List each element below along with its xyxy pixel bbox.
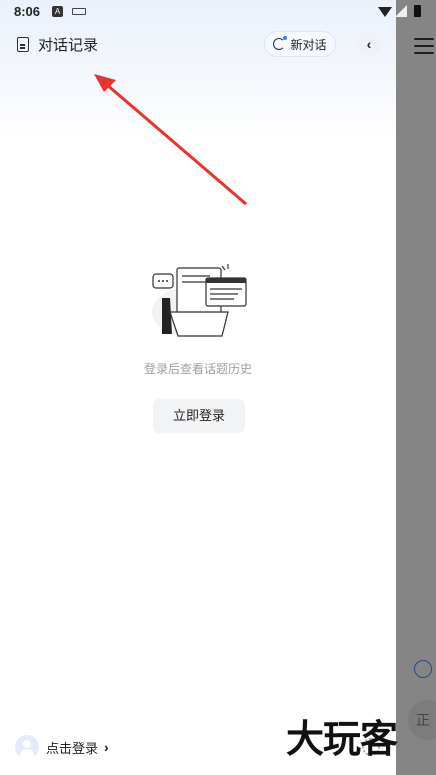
login-now-button[interactable]: 立即登录 [153,399,245,433]
chevron-left-icon: ‹ [366,36,372,52]
signal-icon [395,5,407,17]
background-app: 正 [396,0,436,775]
menu-icon[interactable] [414,38,434,59]
avatar-icon [15,735,39,759]
chevron-right-icon: › [104,739,109,755]
drawer-title: 对话记录 [38,37,99,54]
status-bar: 8:06 A [0,0,436,24]
status-time: 8:06 [14,4,41,19]
wifi-icon [378,7,392,17]
globe-icon[interactable] [414,660,432,678]
drawer-header: 对话记录 [17,34,98,55]
collapse-drawer-button[interactable]: ‹ [357,32,381,56]
battery-icon [414,5,421,17]
login-footer[interactable]: 点击登录 › [15,735,109,759]
login-footer-label: 点击登录 [46,740,99,756]
new-chat-icon [273,36,288,50]
font-icon: A [52,6,63,17]
document-icon [17,37,29,52]
keyboard-icon [72,8,86,15]
background-button-label: 正 [416,712,430,728]
new-chat-button[interactable]: 新对话 [264,31,336,57]
history-drawer: 对话记录 新对话 ‹ 登录后查看话题历史 立即登录 点击登录 › [0,0,396,775]
watermark-logo: 大玩客 [286,717,398,761]
empty-history-message: 登录后查看话题历史 [143,362,252,376]
background-button[interactable]: 正 [408,700,436,740]
new-chat-label: 新对话 [290,37,327,52]
empty-history-illustration [152,264,247,337]
